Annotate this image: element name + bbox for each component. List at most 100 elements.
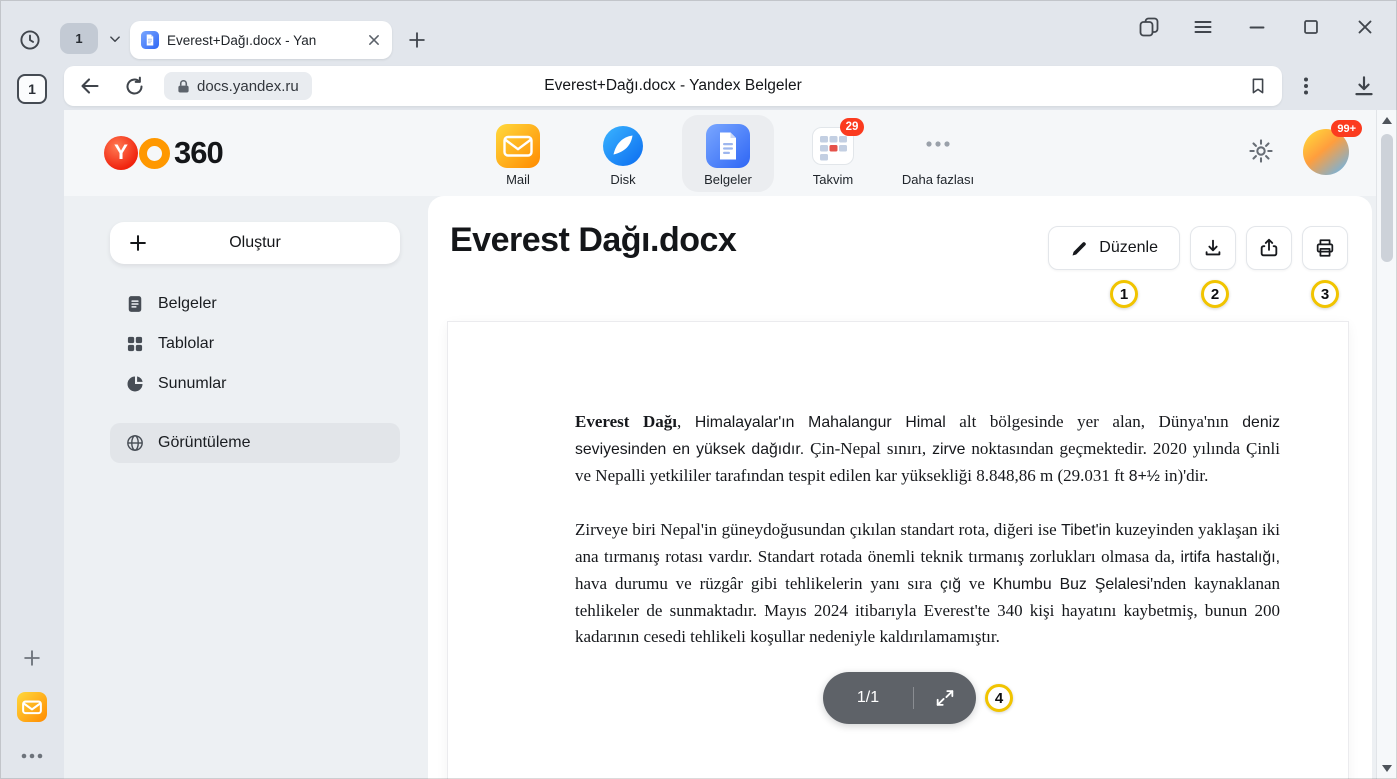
pencil-icon xyxy=(1070,239,1089,258)
history-clock-icon[interactable] xyxy=(18,28,42,52)
plus-icon xyxy=(127,232,149,254)
doc-text-run: Himalayalar'ın Mahalangur Himal xyxy=(695,414,946,431)
lock-icon xyxy=(177,79,190,94)
print-button[interactable] xyxy=(1302,226,1348,270)
service-takvim[interactable]: 29 Takvim xyxy=(787,115,879,192)
close-icon[interactable] xyxy=(1352,14,1378,40)
scroll-down-icon[interactable] xyxy=(1382,765,1392,772)
back-icon[interactable] xyxy=(77,73,103,99)
download-icon xyxy=(1202,237,1224,259)
web-content: Y 360 Mail Disk Belgeler xyxy=(64,110,1376,779)
documents-icon xyxy=(706,124,750,168)
doc-text-run: zirve xyxy=(932,441,965,458)
document-card: Everest Dağı.docx Düzenle 1 2 3 xyxy=(428,196,1372,779)
annotation-marker-4: 4 xyxy=(985,684,1013,712)
tab-panel-icon[interactable] xyxy=(1136,14,1162,40)
url-chip[interactable]: docs.yandex.ru xyxy=(164,72,312,100)
maximize-icon[interactable] xyxy=(1298,14,1324,40)
service-mail[interactable]: Mail xyxy=(472,115,564,192)
pie-chart-icon xyxy=(125,374,145,394)
sidebar-item-belgeler[interactable]: Belgeler xyxy=(110,284,400,324)
printer-icon xyxy=(1314,237,1336,259)
refresh-icon[interactable] xyxy=(121,73,147,99)
page-scrollbar[interactable] xyxy=(1376,110,1397,779)
calendar-badge: 29 xyxy=(840,118,864,136)
doc-text-run: hava durumu ve rüzgâr gibi tehlikelerin … xyxy=(575,574,940,593)
doc-text-run: alt bölgesinde yer alan, Dünya'nın xyxy=(946,412,1243,431)
service-disk[interactable]: Disk xyxy=(577,115,669,192)
document-icon xyxy=(125,294,145,314)
mail-icon xyxy=(496,124,540,168)
document-actions: Düzenle xyxy=(1048,226,1348,270)
globe-icon xyxy=(125,433,145,453)
share-button[interactable] xyxy=(1246,226,1292,270)
doc-text-run: irtifa hastalığı, xyxy=(1180,549,1280,566)
kebab-menu-icon[interactable] xyxy=(1294,74,1318,98)
content-area: Oluştur Belgeler Tablolar Sunumlar Görün… xyxy=(64,196,1376,779)
doc-text-run: Khumbu Buz Şelalesi xyxy=(993,576,1150,593)
new-tab-button[interactable] xyxy=(402,25,432,55)
sidebar-item-goruntuleme[interactable]: Görüntüleme xyxy=(110,423,400,463)
url-domain: docs.yandex.ru xyxy=(197,78,299,95)
doc-text-run: Everest Dağı xyxy=(575,412,677,431)
calendar-icon: 29 xyxy=(811,124,855,168)
expand-icon xyxy=(934,687,956,709)
doc-text-run: ve xyxy=(961,574,993,593)
doc-text-run: Zirveye biri Nepal'in güneydoğusundan çı… xyxy=(575,520,1061,539)
profile-avatar[interactable]: 99+ xyxy=(1303,129,1349,175)
sidebar-panel-toggle[interactable]: 1 xyxy=(17,74,47,104)
scrollbar-thumb[interactable] xyxy=(1381,134,1393,262)
doc-paragraph: Zirveye biri Nepal'in güneydoğusundan çı… xyxy=(575,517,1280,650)
edit-button-label: Düzenle xyxy=(1099,239,1158,257)
service-label: Takvim xyxy=(813,172,853,187)
fullscreen-button[interactable] xyxy=(914,687,976,709)
service-belgeler[interactable]: Belgeler xyxy=(682,115,774,192)
settings-gear-icon[interactable] xyxy=(1248,138,1274,164)
doc-text-run: çığ xyxy=(940,576,961,593)
window-controls xyxy=(1136,14,1378,40)
doc-text-run: Çin-Nepal sınırı, xyxy=(804,439,932,458)
sidebar-add-icon[interactable] xyxy=(20,646,44,670)
create-button[interactable]: Oluştur xyxy=(110,222,400,264)
chevron-down-icon[interactable] xyxy=(102,26,128,52)
sidebar-item-label: Belgeler xyxy=(158,295,217,313)
tab-close-icon[interactable] xyxy=(364,30,384,50)
share-icon xyxy=(1258,237,1280,259)
service-more[interactable]: Daha fazlası xyxy=(892,115,984,192)
yandex-mail-shortcut-icon[interactable] xyxy=(17,692,47,722)
sidebar-item-label: Tablolar xyxy=(158,335,214,353)
minimize-icon[interactable] xyxy=(1244,14,1270,40)
yandex-o-mark xyxy=(139,138,170,169)
document-favicon xyxy=(141,31,159,49)
disk-icon xyxy=(601,124,645,168)
bookmark-icon[interactable] xyxy=(1248,76,1268,96)
edit-button[interactable]: Düzenle xyxy=(1048,226,1180,270)
doc-paragraph: Everest Dağı, Himalayalar'ın Mahalangur … xyxy=(575,409,1280,490)
scroll-up-icon[interactable] xyxy=(1382,117,1392,124)
annotation-marker-3: 3 xyxy=(1311,280,1339,308)
logo-360-text: 360 xyxy=(174,135,223,171)
page-counter: 1/1 xyxy=(823,689,913,707)
address-page-title: Everest+Dağı.docx - Yandex Belgeler xyxy=(364,77,982,95)
sidebar-item-sunumlar[interactable]: Sunumlar xyxy=(110,364,400,404)
yandex360-logo[interactable]: Y 360 xyxy=(104,135,223,171)
service-label: Mail xyxy=(506,172,530,187)
sidebar-item-label: Sunumlar xyxy=(158,375,226,393)
tab-group-chip[interactable]: 1 xyxy=(60,23,98,54)
notification-badge: 99+ xyxy=(1331,120,1362,137)
annotation-marker-1: 1 xyxy=(1110,280,1138,308)
doc-text-run: , xyxy=(677,412,695,431)
sidebar-item-tablolar[interactable]: Tablolar xyxy=(110,324,400,364)
browser-tab[interactable]: Everest+Dağı.docx - Yan xyxy=(130,21,392,59)
page-indicator-pill[interactable]: 1/1 xyxy=(823,672,976,724)
address-bar[interactable]: docs.yandex.ru Everest+Dağı.docx - Yande… xyxy=(64,66,1282,106)
doc-text-run: 8+½ xyxy=(1129,468,1160,485)
yandex-y-mark: Y xyxy=(104,136,138,170)
download-button[interactable] xyxy=(1190,226,1236,270)
menu-icon[interactable] xyxy=(1190,14,1216,40)
doc-text-run: Tibet'in xyxy=(1061,522,1111,539)
grid-icon xyxy=(125,334,145,354)
sidebar-more-icon[interactable] xyxy=(19,748,45,764)
downloads-icon[interactable] xyxy=(1350,72,1378,100)
tab-title: Everest+Dağı.docx - Yan xyxy=(167,33,356,48)
